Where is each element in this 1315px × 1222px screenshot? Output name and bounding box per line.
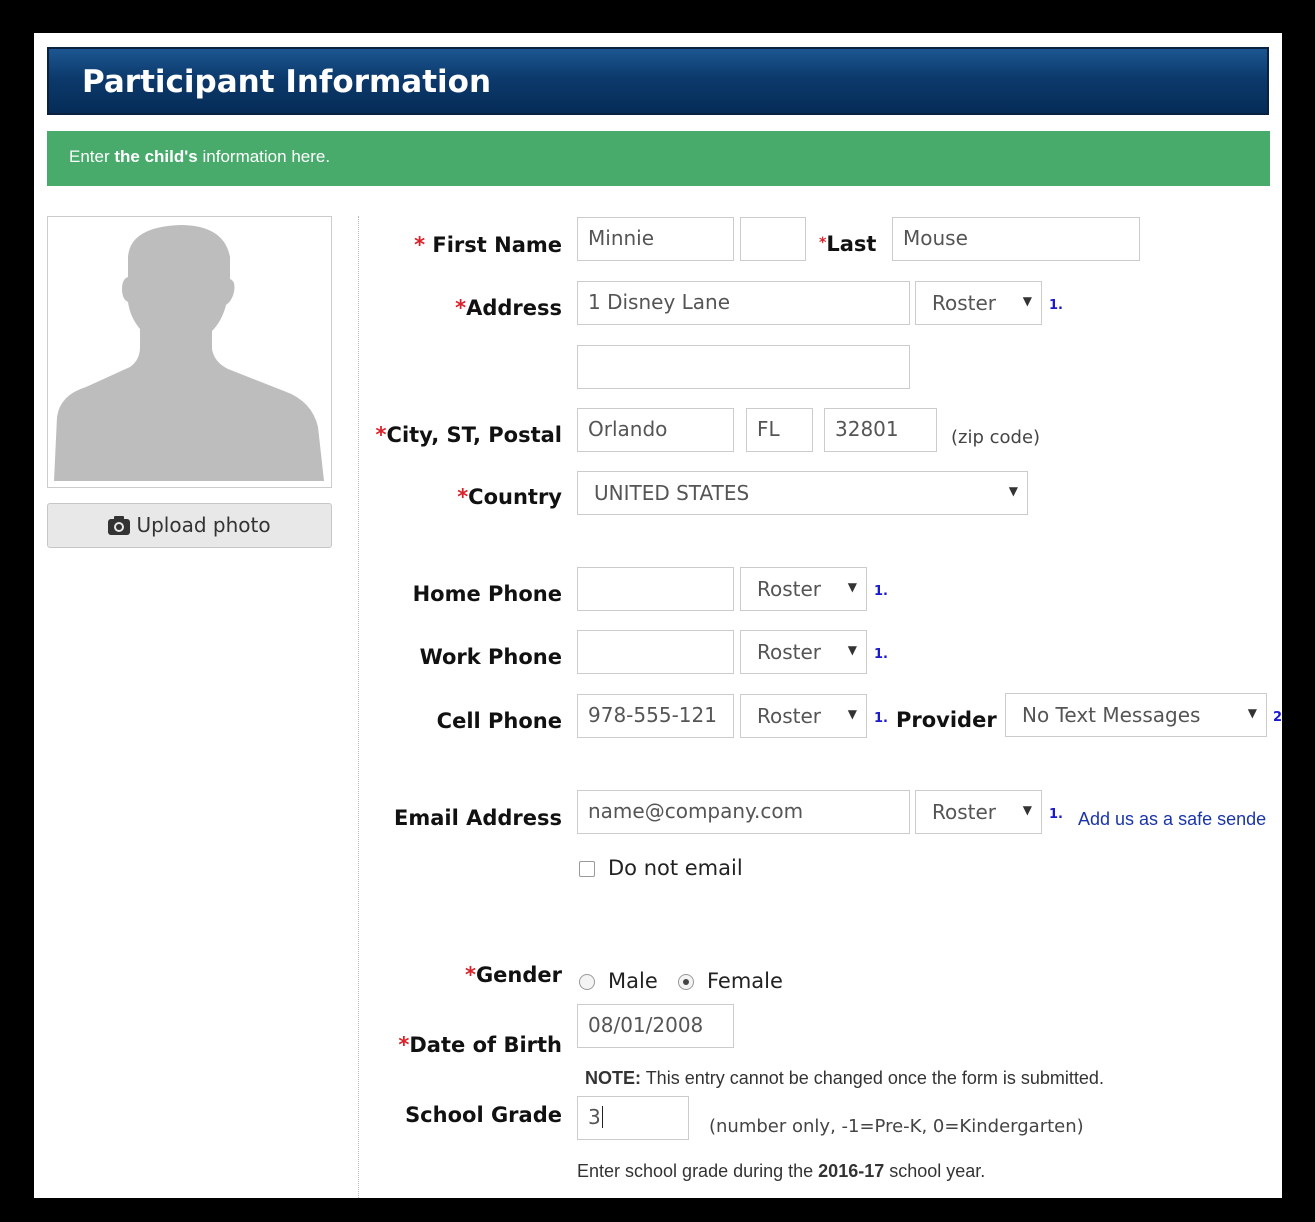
work-phone-label-wrap: Work Phone <box>359 645 562 675</box>
email-label-wrap: Email Address <box>359 806 562 836</box>
page-title: Participant Information <box>82 64 492 100</box>
cell-phone-label-wrap: Cell Phone <box>359 709 562 739</box>
address-roster-select[interactable]: Roster ▼ <box>915 281 1042 325</box>
cell-phone-input[interactable]: 978-555-121 <box>577 694 734 738</box>
email-footnote: 1. <box>1049 807 1063 822</box>
address-label-wrap: *Address <box>359 296 562 326</box>
gender-female-radio[interactable] <box>678 974 694 990</box>
cell-phone-footnote: 1. <box>874 711 888 726</box>
grade-note: Enter school grade during the 2016-17 sc… <box>577 1161 986 1181</box>
work-phone-label: Work Phone <box>419 645 562 669</box>
home-phone-label-wrap: Home Phone <box>359 582 562 612</box>
first-name-label-wrap: * First Name <box>359 233 562 263</box>
school-grade-input[interactable]: 3 <box>577 1096 689 1140</box>
chevron-down-icon: ▼ <box>1247 706 1257 720</box>
home-phone-label: Home Phone <box>412 582 562 606</box>
first-name-input[interactable]: Minnie <box>577 217 734 261</box>
chevron-down-icon: ▼ <box>1008 484 1018 498</box>
person-silhouette-icon <box>54 225 324 481</box>
work-phone-roster-select[interactable]: Roster ▼ <box>740 630 867 674</box>
school-grade-label: School Grade <box>405 1103 562 1127</box>
info-banner-text: Enter the child's information here. <box>69 147 331 166</box>
work-phone-footnote: 1. <box>874 647 888 662</box>
country-select[interactable]: UNITED STATES ▼ <box>577 471 1028 515</box>
address-line2-input[interactable] <box>577 345 910 389</box>
home-phone-footnote: 1. <box>874 584 888 599</box>
gender-label: *Gender <box>464 963 562 987</box>
email-address-label: Email Address <box>393 806 562 830</box>
city-st-postal-label: *City, ST, Postal <box>375 423 562 447</box>
do-not-email-label: Do not email <box>608 856 743 880</box>
home-phone-roster-select[interactable]: Roster ▼ <box>740 567 867 611</box>
dob-note: NOTE: This entry cannot be changed once … <box>585 1068 1104 1088</box>
address-footnote: 1. <box>1049 298 1063 313</box>
country-label-wrap: *Country <box>359 485 562 515</box>
provider-select[interactable]: No Text Messages ▼ <box>1005 693 1267 737</box>
provider-footnote: 2 <box>1273 710 1282 725</box>
address-line1-input[interactable]: 1 Disney Lane <box>577 281 910 325</box>
chevron-down-icon: ▼ <box>847 707 857 721</box>
date-of-birth-input[interactable]: 08/01/2008 <box>577 1004 734 1048</box>
last-name-label: *Last <box>819 232 877 256</box>
work-phone-input[interactable] <box>577 630 734 674</box>
city-label-wrap: *City, ST, Postal <box>359 423 562 453</box>
gender-male-radio[interactable] <box>579 974 595 990</box>
school-grade-label-wrap: School Grade <box>359 1103 562 1133</box>
last-name-input[interactable]: Mouse <box>892 217 1140 261</box>
gender-female-label: Female <box>707 969 783 993</box>
date-of-birth-label: *Date of Birth <box>398 1033 562 1057</box>
gender-male-label: Male <box>608 969 658 993</box>
gender-label-wrap: *Gender <box>359 963 562 993</box>
provider-label: Provider <box>896 708 997 732</box>
camera-icon <box>108 516 131 535</box>
postal-input[interactable]: 32801 <box>824 408 937 452</box>
grade-hint: (number only, -1=Pre-K, 0=Kindergarten) <box>709 1116 1084 1137</box>
first-name-label: * First Name <box>414 233 562 257</box>
safe-sender-link[interactable]: Add us as a safe sende <box>1078 809 1266 830</box>
do-not-email-checkbox[interactable] <box>579 861 595 877</box>
cell-phone-roster-select[interactable]: Roster ▼ <box>740 694 867 738</box>
address-label: *Address <box>455 296 562 320</box>
chevron-down-icon: ▼ <box>1022 294 1032 308</box>
title-bar: Participant Information <box>47 47 1269 115</box>
info-banner: Enter the child's information here. <box>47 131 1270 186</box>
upload-photo-label: Upload photo <box>136 513 271 537</box>
chevron-down-icon: ▼ <box>1022 803 1032 817</box>
city-input[interactable]: Orlando <box>577 408 734 452</box>
middle-initial-input[interactable] <box>740 217 806 261</box>
email-input[interactable]: name@company.com <box>577 790 910 834</box>
zip-hint: (zip code) <box>951 427 1041 448</box>
upload-photo-button[interactable]: Upload photo <box>47 503 332 548</box>
dob-label-wrap: *Date of Birth <box>359 1033 562 1063</box>
cell-phone-label: Cell Phone <box>436 709 562 733</box>
home-phone-input[interactable] <box>577 567 734 611</box>
photo-placeholder <box>47 216 332 488</box>
email-roster-select[interactable]: Roster ▼ <box>915 790 1042 834</box>
chevron-down-icon: ▼ <box>847 580 857 594</box>
country-label: *Country <box>457 485 562 509</box>
chevron-down-icon: ▼ <box>847 643 857 657</box>
state-input[interactable]: FL <box>746 408 813 452</box>
text-caret <box>601 1106 603 1128</box>
participant-form-page: Participant Information Enter the child'… <box>34 33 1282 1198</box>
